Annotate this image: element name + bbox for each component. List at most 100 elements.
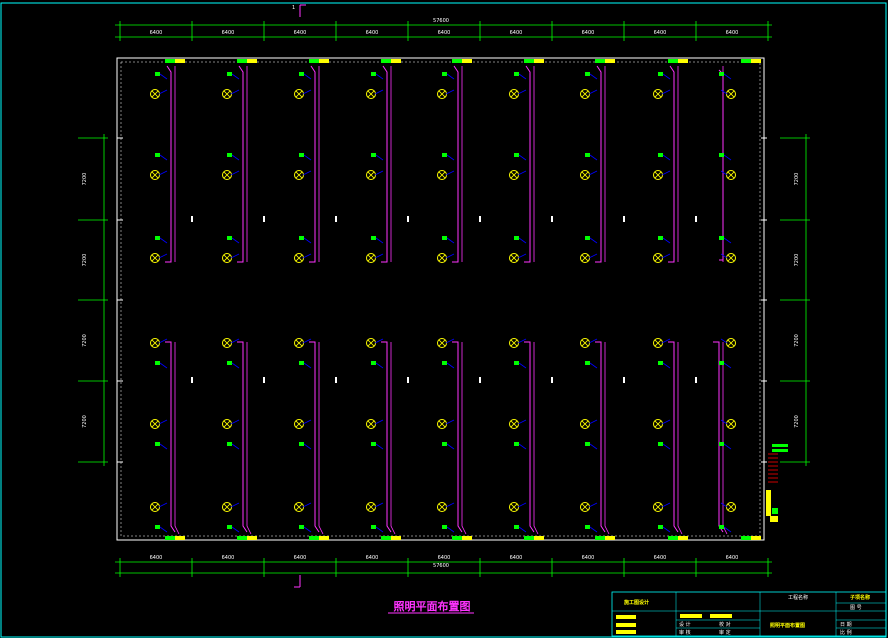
switch-icon (155, 72, 160, 76)
branch-wire (720, 253, 728, 259)
switch-icon (442, 236, 447, 240)
switch-wire (662, 362, 671, 369)
distribution-box (668, 536, 678, 540)
bay-dimension-label: 6400 (510, 555, 523, 561)
switch-icon (514, 153, 519, 157)
distribution-box (751, 59, 761, 63)
branch-wire (661, 170, 671, 176)
distribution-box (462, 536, 472, 540)
switch-icon (442, 153, 447, 157)
switch-wire (375, 237, 384, 244)
title-block-drawing-name: 照明平面布置图 (770, 622, 805, 629)
switch-wire (375, 362, 384, 369)
title-block-sheet-no: 图 号 (850, 605, 862, 611)
switch-wire (723, 154, 732, 161)
branch-wire (158, 253, 168, 259)
bay-dimension-label: 6400 (366, 555, 379, 561)
switch-wire (303, 73, 312, 80)
column-marker (335, 377, 337, 383)
distribution-box (524, 536, 534, 540)
switch-icon (371, 72, 376, 76)
switch-icon (155, 442, 160, 446)
switch-icon (371, 236, 376, 240)
switch-wire (518, 154, 527, 161)
switch-icon (719, 442, 724, 446)
title-block-sign-0: 设 计 (679, 621, 691, 628)
switch-icon (442, 72, 447, 76)
branch-wire (302, 502, 312, 508)
switch-icon (299, 442, 304, 446)
wiring-riser (381, 65, 388, 263)
switch-icon (514, 72, 519, 76)
main-switchboard (766, 490, 771, 516)
switch-icon (514, 442, 519, 446)
switch-wire (518, 526, 527, 533)
branch-wire (517, 419, 527, 425)
main-switchboard-device (772, 508, 778, 514)
section-mark-label: 1 (292, 5, 295, 11)
column-marker (479, 216, 481, 222)
branch-wire (158, 502, 168, 508)
switch-wire (231, 362, 240, 369)
switch-wire (159, 73, 168, 80)
switch-icon (155, 525, 160, 529)
switch-wire (589, 154, 598, 161)
bay-dimension-label: 6400 (582, 30, 595, 36)
branch-wire (230, 89, 240, 95)
wiring-riser (452, 65, 459, 263)
switch-wire (723, 362, 732, 369)
switch-icon (299, 153, 304, 157)
switch-wire (723, 443, 732, 450)
switch-icon (514, 236, 519, 240)
branch-wire (517, 170, 527, 176)
bay-dimension-label: 6400 (438, 555, 451, 561)
title-block-scale: 比 例 (840, 629, 852, 636)
distribution-box (668, 59, 678, 63)
side-dimension-label: 7200 (82, 173, 88, 186)
distribution-box (319, 59, 329, 63)
branch-wire (445, 419, 455, 425)
distribution-box (391, 536, 401, 540)
branch-wire (661, 502, 671, 508)
switch-icon (299, 525, 304, 529)
column-marker (191, 377, 193, 383)
distribution-box (605, 59, 615, 63)
switch-icon (585, 236, 590, 240)
column-marker (407, 377, 409, 383)
branch-wire (158, 170, 168, 176)
title-block-date: 日 期 (840, 622, 852, 628)
wiring-riser (595, 65, 602, 263)
switch-icon (442, 442, 447, 446)
switch-wire (446, 526, 455, 533)
right-dimension-chain: 7200 7200 7200 7200 (780, 134, 810, 466)
side-dimension-label: 7200 (794, 254, 800, 267)
branch-wire (230, 253, 240, 259)
lighting-plan (117, 59, 788, 540)
switch-icon (585, 525, 590, 529)
section-mark-top: 1 (292, 4, 306, 17)
wiring-riser (524, 65, 531, 263)
wiring-riser (668, 65, 675, 263)
switch-wire (375, 154, 384, 161)
switch-icon (227, 72, 232, 76)
column-marker (551, 216, 553, 222)
distribution-box (452, 59, 462, 63)
bay-dimension-label: 6400 (222, 555, 235, 561)
switch-icon (719, 153, 724, 157)
switch-icon (442, 361, 447, 365)
overall-dimension-bottom: 57600 (433, 563, 449, 569)
switch-wire (446, 73, 455, 80)
distribution-box (309, 536, 319, 540)
branch-wire (230, 502, 240, 508)
cad-drawing-canvas: 6400 6400 6400 6400 6400 6400 6400 6400 6400 576… (0, 2, 887, 638)
column-marker (695, 216, 697, 222)
switch-wire (231, 443, 240, 450)
bay-dimension-label: 6400 (582, 555, 595, 561)
distribution-box (319, 536, 329, 540)
switch-icon (658, 442, 663, 446)
branch-wire (517, 502, 527, 508)
wiring-riser (174, 342, 180, 535)
switch-wire (303, 154, 312, 161)
wiring-riser (677, 342, 683, 535)
branch-wire (374, 502, 384, 508)
